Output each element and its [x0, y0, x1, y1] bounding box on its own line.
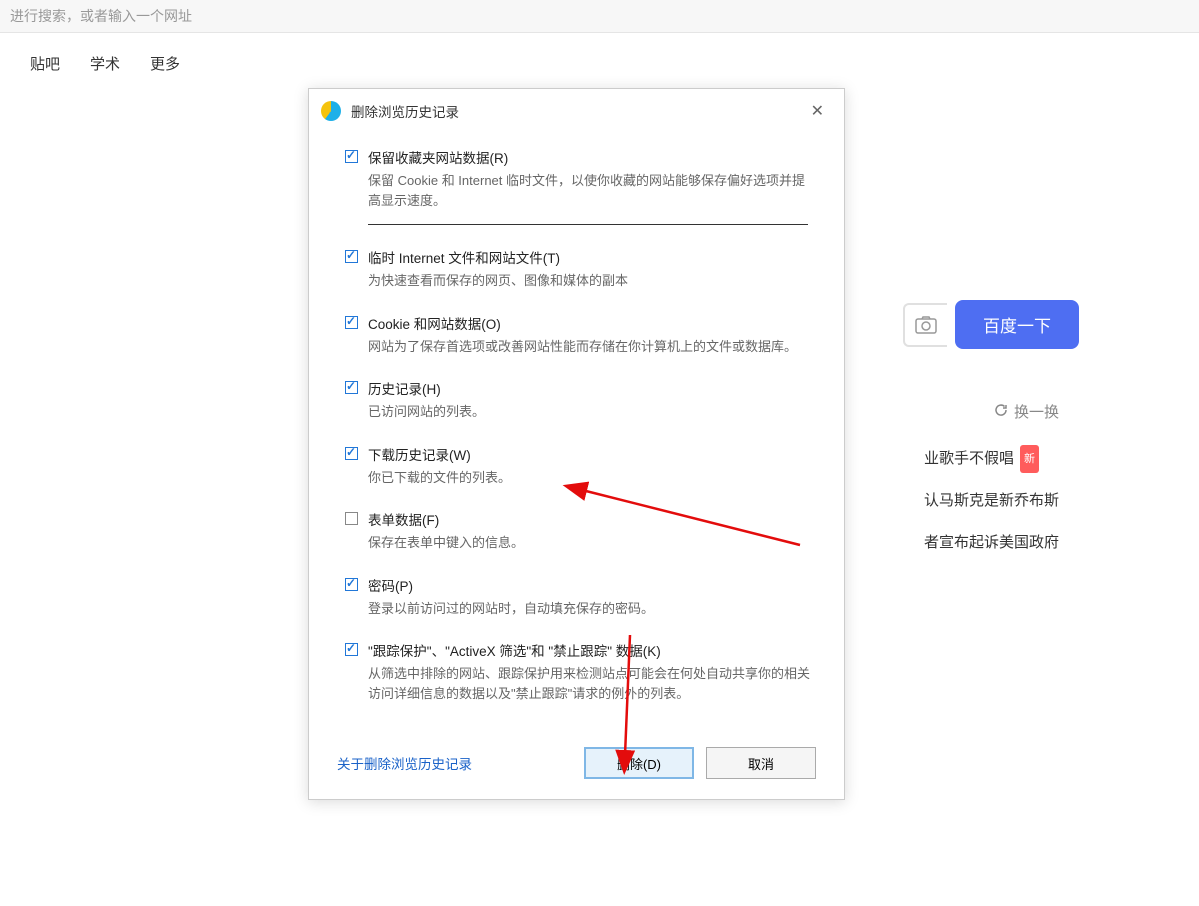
option-group: 临时 Internet 文件和网站文件(T) 为快速查看而保存的网页、图像和媒体的…: [345, 247, 816, 291]
dialog-footer: 关于删除浏览历史记录 删除(D) 取消: [309, 747, 844, 779]
delete-history-dialog: 删除浏览历史记录 ✕ 保留收藏夹网站数据(R) 保留 Cookie 和 Inter…: [308, 88, 845, 800]
new-badge: 新: [1020, 445, 1039, 473]
hot-item-text: 者宣布起诉美国政府: [924, 525, 1059, 561]
checkbox[interactable]: [345, 447, 358, 460]
option-description: 登录以前访问过的网站时，自动填充保存的密码。: [368, 599, 816, 619]
option-row[interactable]: 密码(P): [345, 575, 816, 595]
option-label: 表单数据(F): [368, 509, 439, 529]
option-description: 已访问网站的列表。: [368, 402, 816, 422]
checkbox[interactable]: [345, 578, 358, 591]
option-group: 密码(P) 登录以前访问过的网站时，自动填充保存的密码。: [345, 575, 816, 619]
option-label: 密码(P): [368, 575, 413, 595]
hot-item[interactable]: 者宣布起诉美国政府: [924, 525, 1059, 561]
option-label: Cookie 和网站数据(O): [368, 313, 501, 333]
hot-item[interactable]: 业歌手不假唱新: [924, 441, 1059, 477]
option-group: Cookie 和网站数据(O) 网站为了保存首选项或改善网站性能而存储在你计算机上…: [345, 313, 816, 357]
ie-icon: [321, 101, 341, 121]
option-row[interactable]: 临时 Internet 文件和网站文件(T): [345, 247, 816, 267]
option-group: "跟踪保护"、"ActiveX 筛选"和 "禁止跟踪" 数据(K) 从筛选中排除的…: [345, 640, 816, 703]
checkbox[interactable]: [345, 512, 358, 525]
option-row[interactable]: 历史记录(H): [345, 378, 816, 398]
option-row[interactable]: Cookie 和网站数据(O): [345, 313, 816, 333]
option-description: 网站为了保存首选项或改善网站性能而存储在你计算机上的文件或数据库。: [368, 337, 816, 357]
option-description: 从筛选中排除的网站、跟踪保护用来检测站点可能会在何处自动共享你的相关访问详细信息…: [368, 664, 816, 703]
option-row[interactable]: 下载历史记录(W): [345, 444, 816, 464]
camera-icon[interactable]: [903, 303, 947, 347]
nav-tieba[interactable]: 贴吧: [30, 53, 60, 74]
option-label: 历史记录(H): [368, 378, 441, 398]
option-group: 保留收藏夹网站数据(R) 保留 Cookie 和 Internet 临时文件，以使…: [345, 147, 816, 225]
option-label: 临时 Internet 文件和网站文件(T): [368, 247, 560, 267]
address-placeholder: 进行搜索，或者输入一个网址: [10, 8, 192, 24]
address-bar[interactable]: 进行搜索，或者输入一个网址: [0, 0, 1199, 33]
search-button[interactable]: 百度一下: [955, 300, 1079, 349]
option-row[interactable]: 表单数据(F): [345, 509, 816, 529]
checkbox[interactable]: [345, 643, 358, 656]
checkbox[interactable]: [345, 381, 358, 394]
divider: [368, 224, 808, 225]
checkbox[interactable]: [345, 150, 358, 163]
hot-item[interactable]: 认马斯克是新乔布斯: [924, 483, 1059, 519]
refresh-label: 换一换: [1014, 395, 1059, 431]
option-description: 为快速查看而保存的网页、图像和媒体的副本: [368, 271, 816, 291]
delete-button[interactable]: 删除(D): [584, 747, 694, 779]
about-delete-history-link[interactable]: 关于删除浏览历史记录: [337, 753, 472, 773]
option-label: 保留收藏夹网站数据(R): [368, 147, 508, 167]
hot-topics: 换一换 业歌手不假唱新认马斯克是新乔布斯者宣布起诉美国政府: [924, 395, 1059, 567]
nav-more[interactable]: 更多: [150, 53, 180, 74]
refresh-row[interactable]: 换一换: [924, 395, 1059, 431]
refresh-icon: [994, 395, 1008, 431]
option-row[interactable]: "跟踪保护"、"ActiveX 筛选"和 "禁止跟踪" 数据(K): [345, 640, 816, 660]
checkbox[interactable]: [345, 316, 358, 329]
hot-item-text: 业歌手不假唱: [924, 441, 1014, 477]
option-group: 表单数据(F) 保存在表单中键入的信息。: [345, 509, 816, 553]
option-label: 下载历史记录(W): [368, 444, 471, 464]
option-label: "跟踪保护"、"ActiveX 筛选"和 "禁止跟踪" 数据(K): [368, 640, 661, 660]
nav-links: 贴吧 学术 更多: [0, 33, 1199, 94]
option-row[interactable]: 保留收藏夹网站数据(R): [345, 147, 816, 167]
option-description: 你已下载的文件的列表。: [368, 468, 816, 488]
option-group: 历史记录(H) 已访问网站的列表。: [345, 378, 816, 422]
close-icon[interactable]: ✕: [803, 97, 832, 125]
option-description: 保留 Cookie 和 Internet 临时文件，以使你收藏的网站能够保存偏好…: [368, 171, 816, 210]
hot-item-text: 认马斯克是新乔布斯: [924, 483, 1059, 519]
dialog-body: 保留收藏夹网站数据(R) 保留 Cookie 和 Internet 临时文件，以使…: [309, 133, 844, 703]
option-description: 保存在表单中键入的信息。: [368, 533, 816, 553]
cancel-button[interactable]: 取消: [706, 747, 816, 779]
nav-xueshu[interactable]: 学术: [90, 53, 120, 74]
checkbox[interactable]: [345, 250, 358, 263]
dialog-header: 删除浏览历史记录 ✕: [309, 89, 844, 133]
search-area: 百度一下: [903, 300, 1079, 349]
dialog-title: 删除浏览历史记录: [351, 101, 793, 121]
option-group: 下载历史记录(W) 你已下载的文件的列表。: [345, 444, 816, 488]
